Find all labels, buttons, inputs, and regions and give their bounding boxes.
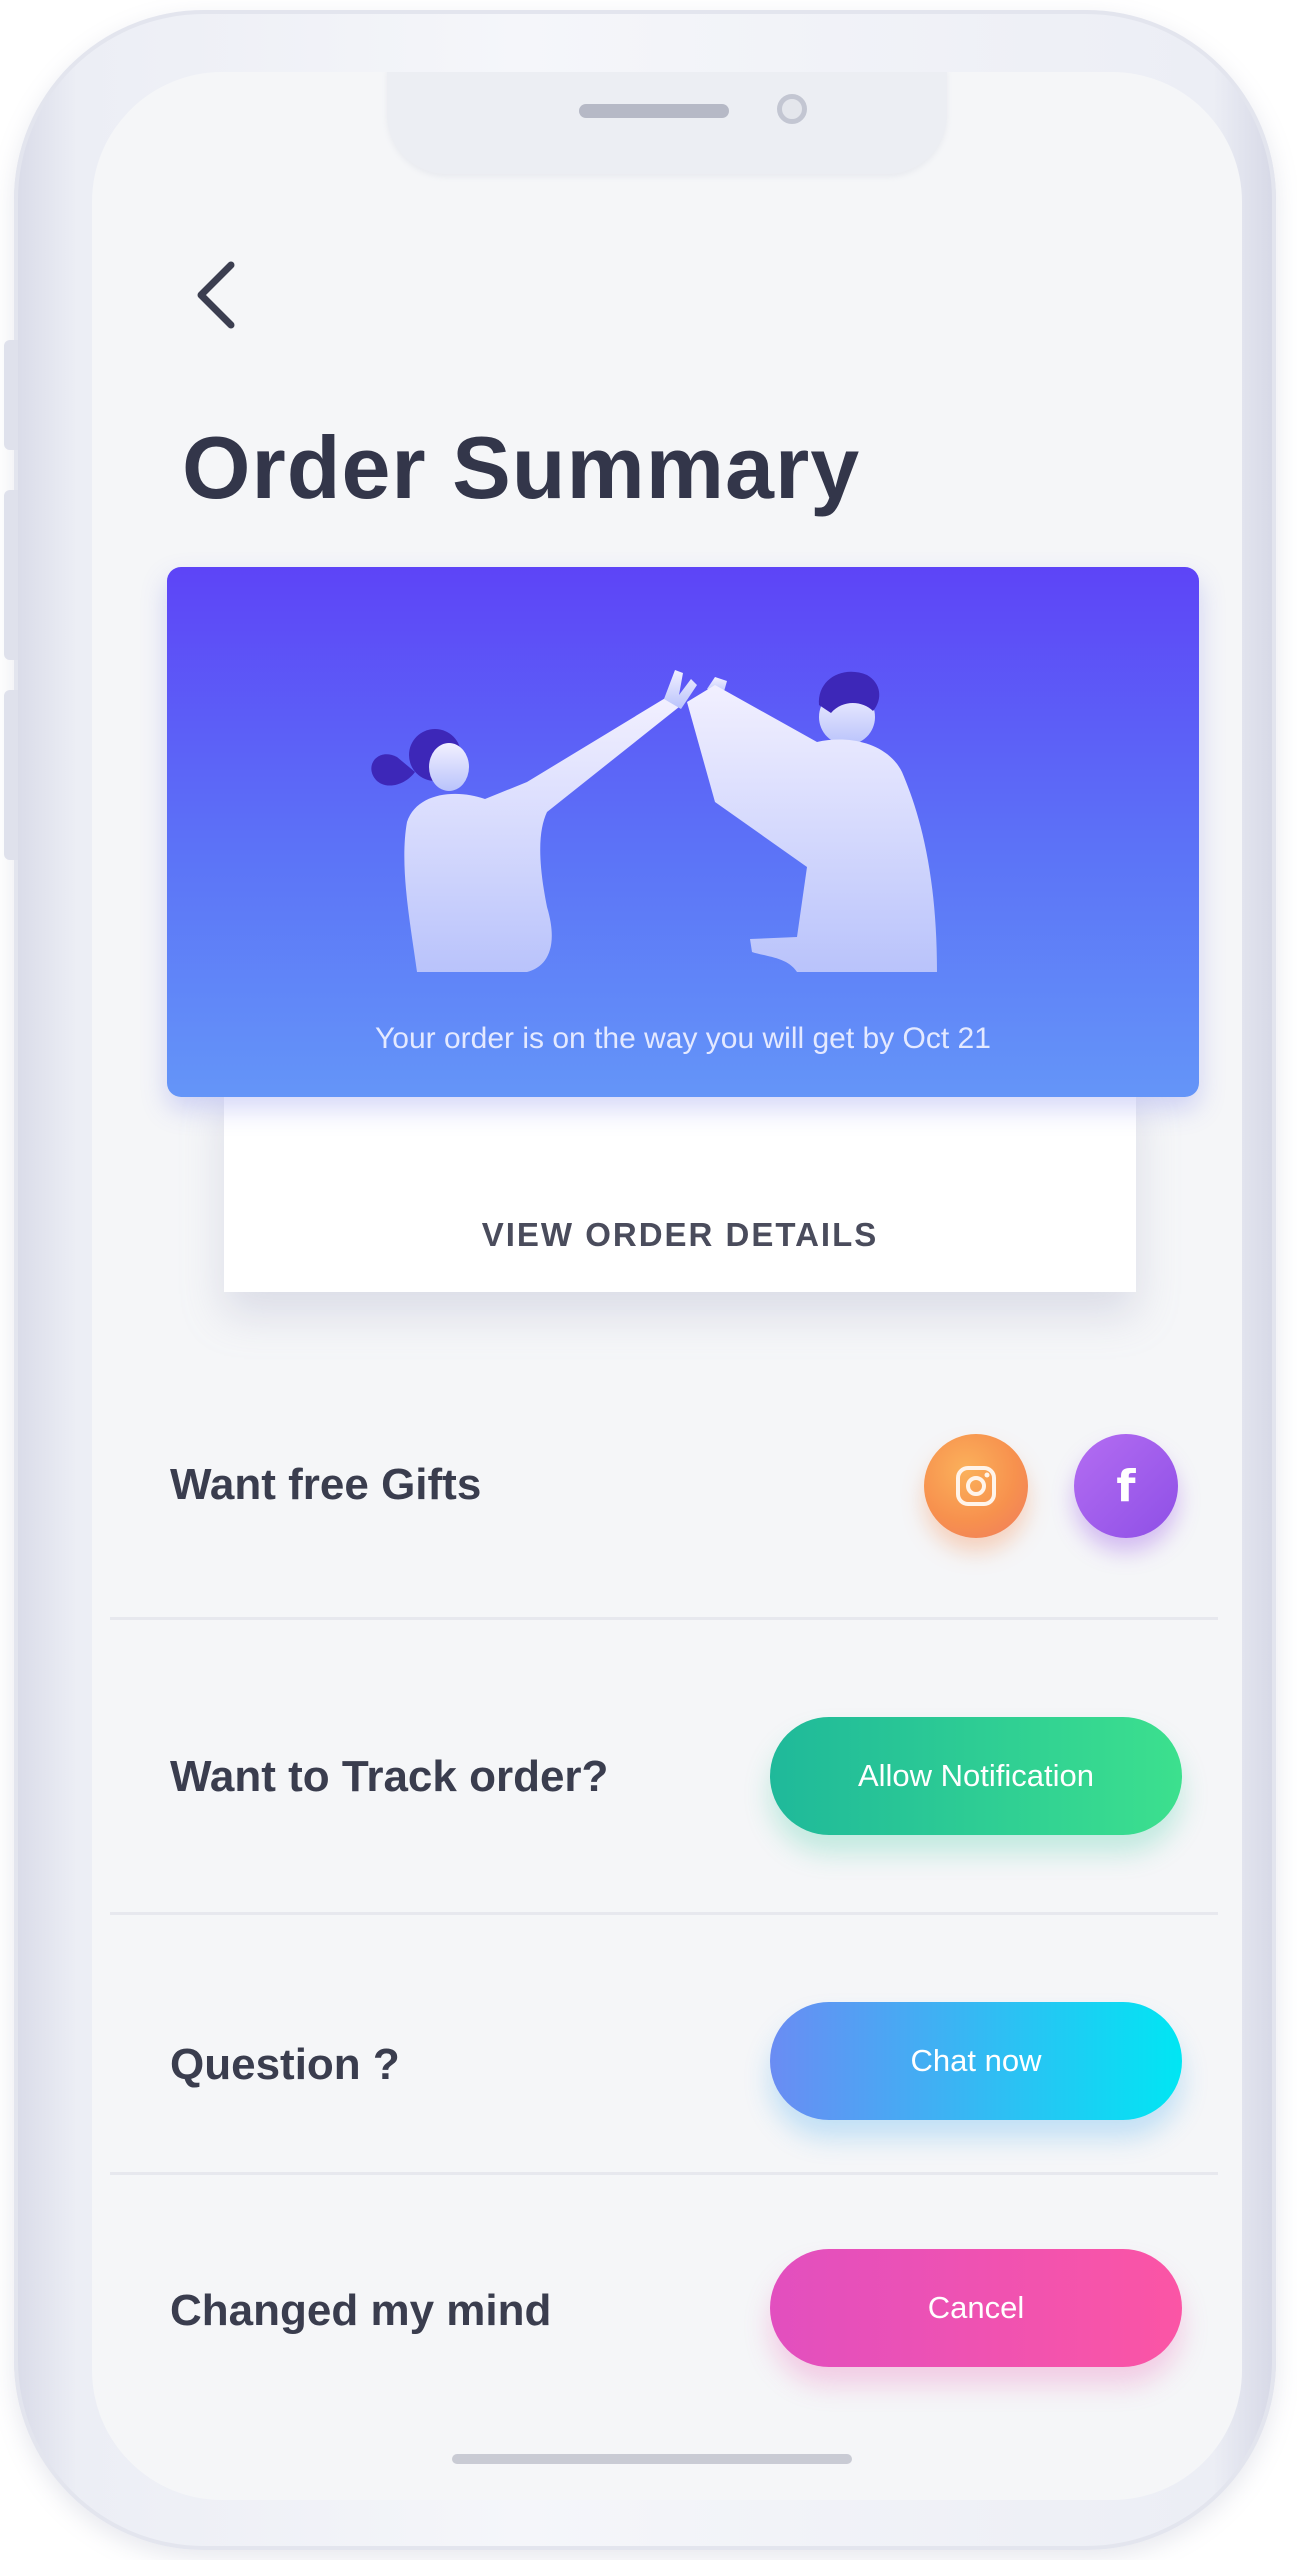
instagram-icon xyxy=(956,1466,996,1506)
phone-frame: Order Summary VIEW ORDER DETAILS Your or… xyxy=(4,10,1276,2550)
row-divider xyxy=(110,1617,1218,1620)
page-title: Order Summary xyxy=(182,418,861,517)
instagram-button[interactable] xyxy=(924,1434,1028,1538)
camera-icon xyxy=(777,94,807,124)
home-indicator[interactable] xyxy=(452,2454,852,2464)
phone-notch xyxy=(387,72,947,174)
changed-mind-label: Changed my mind xyxy=(170,2286,552,2335)
speaker-grille xyxy=(579,104,729,118)
back-button[interactable] xyxy=(187,255,247,335)
track-order-label: Want to Track order? xyxy=(170,1752,609,1801)
app-screen: Order Summary VIEW ORDER DETAILS Your or… xyxy=(92,72,1242,2500)
facebook-button[interactable]: f xyxy=(1074,1434,1178,1538)
view-order-details-button[interactable]: VIEW ORDER DETAILS xyxy=(224,1082,1136,1292)
facebook-icon: f xyxy=(1116,1460,1136,1512)
row-divider xyxy=(110,2172,1218,2175)
row-divider xyxy=(110,1912,1218,1915)
allow-notification-button[interactable]: Allow Notification xyxy=(770,1717,1182,1835)
order-eta-message: Your order is on the way you will get by… xyxy=(375,1022,991,1055)
free-gifts-label: Want free Gifts xyxy=(170,1460,482,1509)
order-status-banner: Your order is on the way you will get by… xyxy=(167,567,1199,1097)
phone-side-button xyxy=(4,690,18,860)
chevron-left-icon xyxy=(197,261,235,329)
view-order-details-label: VIEW ORDER DETAILS xyxy=(481,1216,879,1253)
chat-now-button[interactable]: Chat now xyxy=(770,2002,1182,2120)
high-five-illustration xyxy=(371,670,937,972)
question-label: Question ? xyxy=(170,2040,400,2089)
phone-side-button xyxy=(4,490,18,660)
phone-side-button xyxy=(4,340,18,450)
cancel-order-button[interactable]: Cancel xyxy=(770,2249,1182,2367)
